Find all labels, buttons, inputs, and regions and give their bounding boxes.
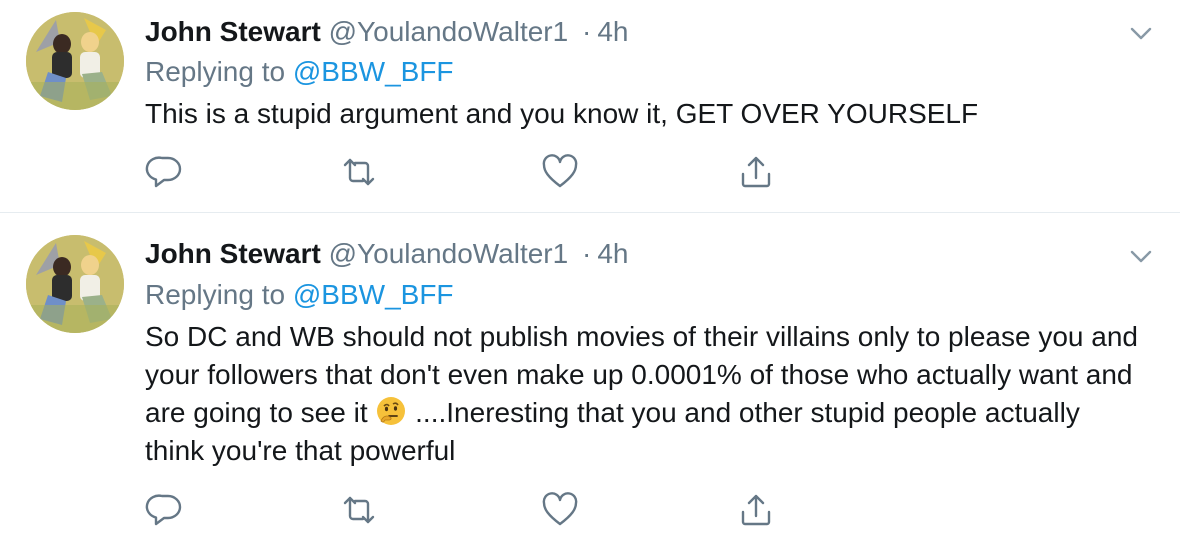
replying-to: Replying to @BBW_BFF bbox=[145, 54, 454, 90]
user-name[interactable]: John Stewart bbox=[145, 238, 321, 269]
separator: · bbox=[582, 16, 592, 47]
heart-icon[interactable] bbox=[540, 152, 580, 192]
retweet-icon[interactable] bbox=[339, 490, 379, 530]
replying-prefix: Replying to bbox=[145, 279, 286, 310]
user-handle[interactable]: @YoulandoWalter1 bbox=[329, 238, 569, 269]
tweet-text: So DC and WB should not publish movies o… bbox=[145, 318, 1145, 470]
share-icon[interactable] bbox=[736, 152, 776, 192]
chevron-down-icon[interactable] bbox=[1128, 20, 1154, 46]
share-icon[interactable] bbox=[736, 490, 776, 530]
tweet[interactable]: John Stewart @YoulandoWalter1 · 4h Replyi… bbox=[0, 213, 1180, 540]
reply-icon[interactable] bbox=[145, 490, 185, 530]
retweet-icon[interactable] bbox=[339, 152, 379, 192]
user-handle[interactable]: @YoulandoWalter1 bbox=[329, 16, 569, 47]
tweet-header: John Stewart @YoulandoWalter1 · 4h bbox=[145, 14, 628, 50]
avatar[interactable] bbox=[26, 12, 124, 110]
separator: · bbox=[582, 238, 592, 269]
thinking-face-emoji-icon bbox=[375, 395, 407, 427]
heart-icon[interactable] bbox=[540, 490, 580, 530]
avatar[interactable] bbox=[26, 235, 124, 333]
timestamp[interactable]: 4h bbox=[597, 238, 628, 269]
replying-to: Replying to @BBW_BFF bbox=[145, 277, 454, 313]
replying-prefix: Replying to bbox=[145, 56, 286, 87]
chevron-down-icon[interactable] bbox=[1128, 243, 1154, 269]
mention-link[interactable]: @BBW_BFF bbox=[293, 56, 454, 87]
user-name[interactable]: John Stewart bbox=[145, 16, 321, 47]
timestamp[interactable]: 4h bbox=[597, 16, 628, 47]
tweet[interactable]: John Stewart @YoulandoWalter1 · 4h Replyi… bbox=[0, 0, 1180, 212]
reply-icon[interactable] bbox=[145, 152, 185, 192]
tweet-header: John Stewart @YoulandoWalter1 · 4h bbox=[145, 236, 628, 272]
mention-link[interactable]: @BBW_BFF bbox=[293, 279, 454, 310]
tweet-text: This is a stupid argument and you know i… bbox=[145, 98, 979, 129]
